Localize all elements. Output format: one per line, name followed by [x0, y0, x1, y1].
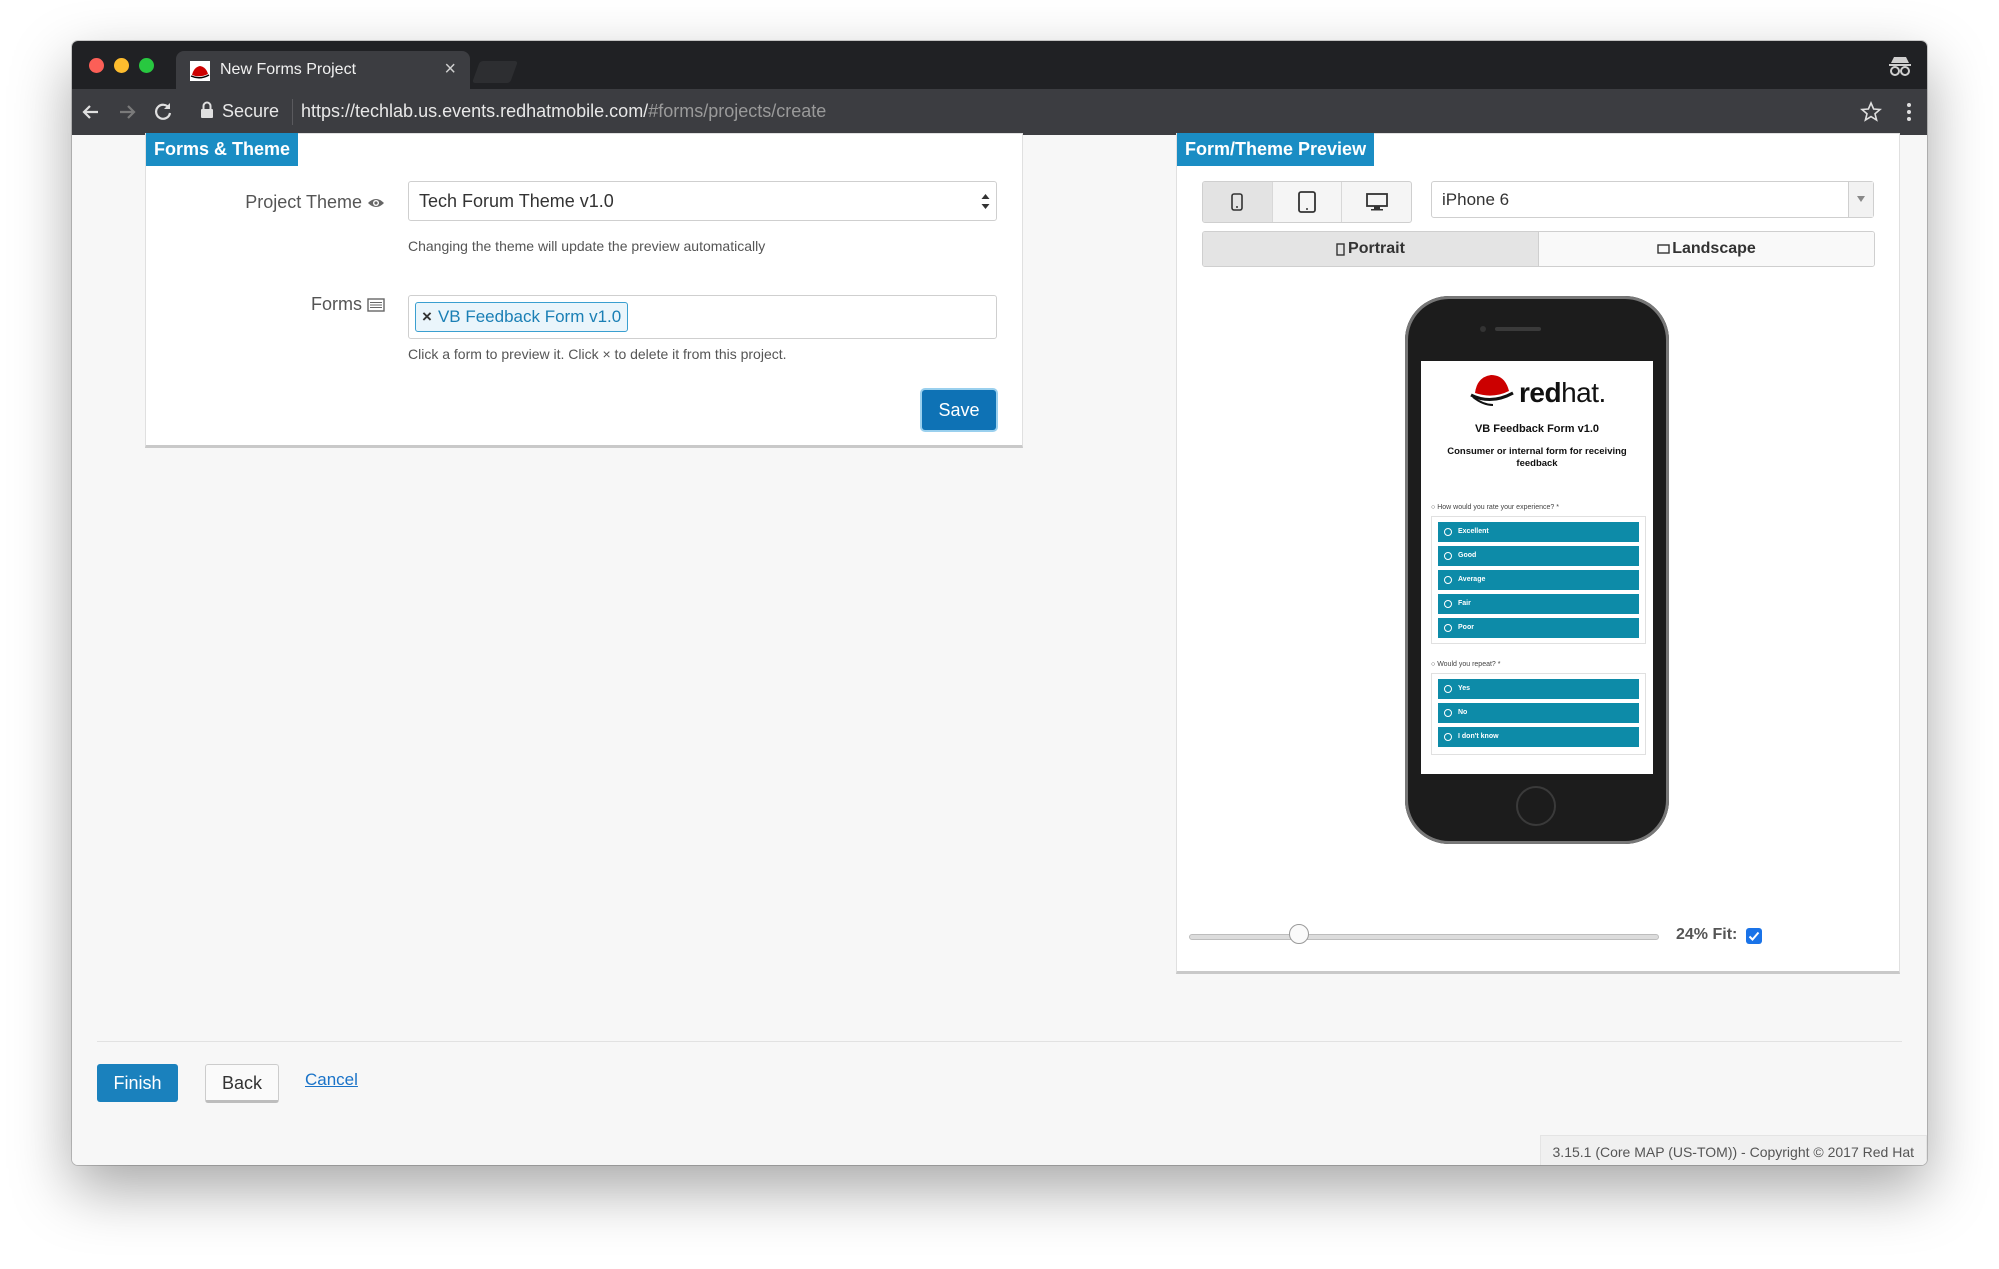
orientation-toggle-group: Portrait Landscape — [1202, 231, 1875, 267]
brand-red: red — [1519, 377, 1562, 408]
preview-panel: Form/Theme Preview iPhone 6 Portrait Lan… — [1176, 133, 1900, 974]
desktop-icon — [1365, 193, 1388, 211]
more-menu-icon[interactable] — [1905, 101, 1913, 123]
page-content: Forms & Theme Project Theme Tech Forum T… — [72, 133, 1927, 1165]
url-fragment: #forms/projects/create — [648, 101, 827, 121]
option-average[interactable]: Average — [1438, 570, 1639, 590]
bookmark-star-icon[interactable] — [1859, 100, 1883, 124]
option-good[interactable]: Good — [1438, 546, 1639, 566]
forms-theme-panel-title: Forms & Theme — [146, 133, 299, 166]
phone-preview-frame: redhat. VB Feedback Form v1.0 Consumer o… — [1405, 296, 1669, 844]
eye-icon — [368, 199, 384, 208]
device-tablet-button[interactable] — [1273, 182, 1343, 222]
fit-checkbox[interactable] — [1746, 928, 1762, 944]
option-fair[interactable]: Fair — [1438, 594, 1639, 614]
portrait-icon — [1336, 242, 1345, 256]
cancel-link[interactable]: Cancel — [305, 1070, 358, 1090]
secure-label: Secure — [222, 101, 280, 121]
question-1-text: How would you rate your experience? * — [1437, 504, 1559, 511]
browser-tab-active[interactable]: New Forms Project × — [176, 51, 470, 89]
copyright-footer: 3.15.1 (Core MAP (US-TOM)) - Copyright ©… — [1539, 1135, 1927, 1165]
minimize-window-button[interactable] — [114, 58, 129, 73]
zoom-label: 24% Fit: — [1676, 926, 1738, 943]
project-theme-label-text: Project Theme — [245, 192, 362, 212]
close-window-button[interactable] — [89, 58, 104, 73]
device-select-toggle[interactable] — [1848, 182, 1873, 217]
device-model-select[interactable]: iPhone 6 — [1431, 181, 1874, 218]
redhat-wordmark: redhat. — [1519, 377, 1606, 409]
form-tag-remove-icon[interactable]: × — [422, 307, 432, 327]
question-2-text: Would you repeat? * — [1437, 661, 1501, 668]
select-arrows-icon — [981, 194, 990, 209]
forward-arrow-icon[interactable] — [114, 99, 140, 125]
redhat-logo-icon — [1470, 375, 1514, 406]
forms-help-text: Click a form to preview it. Click × to d… — [408, 346, 787, 362]
project-theme-value: Tech Forum Theme v1.0 — [419, 191, 614, 211]
zoom-slider-thumb[interactable] — [1289, 924, 1309, 944]
browser-window: New Forms Project × Secure https://techl… — [72, 41, 1927, 1165]
list-icon — [367, 298, 385, 312]
preview-form-title: VB Feedback Form v1.0 — [1474, 423, 1600, 435]
option-yes[interactable]: Yes — [1438, 679, 1639, 699]
question-2-label: ○ Would you repeat? * — [1431, 661, 1501, 668]
maximize-window-button[interactable] — [139, 58, 154, 73]
question-1-options: Excellent Good Average Fair Poor — [1431, 516, 1646, 644]
tablet-icon — [1298, 191, 1316, 213]
phone-camera — [1480, 326, 1486, 332]
omnibox-divider — [292, 99, 293, 125]
device-toggle-group — [1202, 181, 1412, 223]
phone-screen: redhat. VB Feedback Form v1.0 Consumer o… — [1421, 361, 1653, 774]
phone-speaker — [1495, 327, 1541, 331]
new-tab-button[interactable] — [471, 61, 519, 83]
device-desktop-button[interactable] — [1342, 182, 1411, 222]
forms-label-text: Forms — [310, 294, 362, 314]
question-2-options: Yes No I don't know — [1431, 673, 1646, 755]
portrait-button[interactable]: Portrait — [1203, 232, 1539, 266]
option-poor[interactable]: Poor — [1438, 618, 1639, 638]
forms-multiselect[interactable]: × VB Feedback Form v1.0 — [408, 295, 997, 339]
forms-theme-panel: Forms & Theme Project Theme Tech Forum T… — [145, 133, 1023, 448]
preview-form-description: Consumer or internal form for receiving … — [1447, 446, 1627, 469]
tab-close-icon[interactable]: × — [444, 58, 456, 81]
project-theme-label: Project Theme — [245, 192, 385, 213]
incognito-icon — [1889, 57, 1911, 76]
zoom-slider-track[interactable] — [1189, 934, 1659, 940]
brand-hat: hat. — [1561, 377, 1606, 408]
browser-titlebar: New Forms Project × — [72, 41, 1927, 89]
footer-divider — [97, 1041, 1902, 1042]
phone-home-button — [1516, 786, 1556, 826]
phone-icon — [1231, 193, 1244, 211]
redhat-favicon-icon — [190, 61, 210, 81]
landscape-icon — [1657, 244, 1670, 254]
lock-icon — [201, 101, 213, 118]
finish-button[interactable]: Finish — [97, 1064, 178, 1102]
portrait-label: Portrait — [1348, 240, 1405, 257]
option-dont-know[interactable]: I don't know — [1438, 727, 1639, 747]
address-bar[interactable]: https://techlab.us.events.redhatmobile.c… — [301, 101, 826, 122]
option-no[interactable]: No — [1438, 703, 1639, 723]
preview-panel-title: Form/Theme Preview — [1177, 133, 1375, 166]
checkmark-icon — [1748, 931, 1760, 941]
tab-title: New Forms Project — [220, 61, 357, 78]
save-button[interactable]: Save — [922, 390, 996, 430]
chevron-down-icon — [1857, 196, 1865, 202]
device-model-value: iPhone 6 — [1442, 190, 1510, 209]
forms-label: Forms — [311, 294, 385, 315]
back-arrow-icon[interactable] — [78, 99, 104, 125]
form-tag-label[interactable]: VB Feedback Form v1.0 — [438, 307, 621, 327]
theme-help-text: Changing the theme will update the previ… — [408, 238, 766, 254]
project-theme-select[interactable]: Tech Forum Theme v1.0 — [408, 181, 997, 221]
question-1-label: ○ How would you rate your experience? * — [1431, 504, 1559, 511]
option-excellent[interactable]: Excellent — [1438, 522, 1639, 542]
landscape-label: Landscape — [1672, 240, 1756, 257]
reload-icon[interactable] — [150, 99, 176, 125]
browser-toolbar: Secure https://techlab.us.events.redhatm… — [72, 89, 1927, 135]
landscape-button[interactable]: Landscape — [1539, 232, 1874, 266]
device-phone-button[interactable] — [1203, 182, 1273, 222]
form-tag-chip[interactable]: × VB Feedback Form v1.0 — [415, 302, 629, 332]
url-main: https://techlab.us.events.redhatmobile.c… — [301, 101, 649, 121]
back-button[interactable]: Back — [205, 1064, 279, 1103]
